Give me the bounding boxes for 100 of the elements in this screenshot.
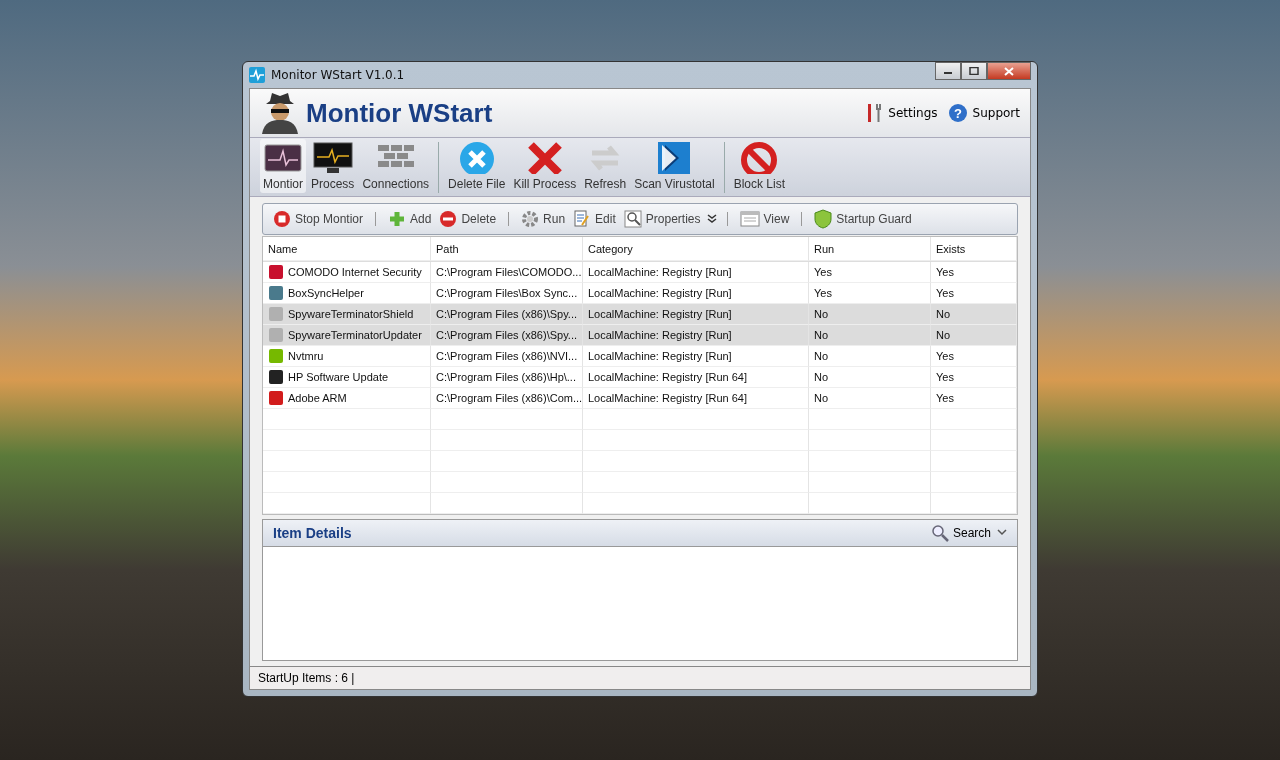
table-cell: Yes [936,266,954,278]
column-header[interactable]: Run [809,237,931,261]
panel-title: Item Details [273,525,352,541]
support-link[interactable]: ? Support [947,103,1020,123]
column-header[interactable]: Name [263,237,431,261]
program-icon [268,306,284,322]
toolbar-button[interactable]: Montior [260,139,306,193]
table-row[interactable]: COMODO Internet Security C:\Program Files\COMODO... LocalMachine: Registry [Run] Yes Yes [263,262,1017,283]
table-cell: LocalMachine: Registry [Run 64] [588,371,747,383]
command-button[interactable]: View [737,211,792,227]
column-header[interactable]: Path [431,237,583,261]
toolbar-button[interactable]: Refresh [581,139,630,193]
command-button[interactable]: Startup Guard [812,209,914,229]
toolbar-button[interactable]: Scan Virustotal [631,139,718,193]
table-cell: Yes [936,287,954,299]
table-cell: LocalMachine: Registry [Run] [588,329,732,341]
maximize-button[interactable] [961,62,987,80]
search-button[interactable]: Search [930,524,991,542]
table-cell: No [814,350,829,362]
table-cell: BoxSyncHelper [288,287,364,299]
table-row[interactable]: Adobe ARM C:\Program Files (x86)\Com... LocalMachine: Registry [Run 64] No Yes [263,388,1017,409]
toolbar-button[interactable]: Kill Process [510,139,580,193]
table-cell: C:\Program Files\Box Sync... [436,287,578,299]
table-cell: C:\Program Files (x86)\Com... [436,392,582,404]
command-button[interactable]: Delete [437,210,499,228]
table-cell: No [814,308,829,320]
double-chevron-icon[interactable] [706,214,717,224]
table-cell: COMODO Internet Security [288,266,422,278]
table-cell: Yes [936,350,954,362]
command-button[interactable]: Run [519,210,568,228]
command-button[interactable]: Edit [571,210,618,228]
toolbar-button[interactable]: Connections [359,139,433,193]
window-list-icon [739,211,760,227]
table-cell: Yes [936,392,954,404]
minimize-button[interactable] [935,62,961,80]
table-cell: No [814,392,829,404]
table-cell: LocalMachine: Registry [Run] [588,350,732,362]
program-icon [268,348,284,364]
chevron-icon [657,141,692,174]
magnifier-icon [623,210,642,228]
status-text: StartUp Items : 6 | [258,671,355,685]
table-cell: LocalMachine: Registry [Run 64] [588,392,747,404]
column-header[interactable]: Category [583,237,809,261]
plus-icon [388,210,407,228]
window-title: Monitor WStart V1.0.1 [271,68,405,82]
program-icon [268,390,284,406]
pulse-icon [249,67,265,83]
search-icon [930,524,949,542]
table-cell: C:\Program Files (x86)\Spy... [436,308,577,320]
settings-link[interactable]: Settings [865,103,938,123]
monitor-graph-icon [312,142,353,174]
table-row[interactable]: Nvtmru C:\Program Files (x86)\NVI... LocalMachine: Registry [Run] No Yes [263,346,1017,367]
table-row[interactable]: SpywareTerminatorUpdater C:\Program Files (x86)\Spy... LocalMachine: Registry [Run] No No [263,325,1017,346]
program-icon [268,327,284,343]
table-cell: C:\Program Files (x86)\NVI... [436,350,578,362]
table-cell: Nvtmru [288,350,324,362]
command-button[interactable]: Stop Montior [271,210,366,228]
table-cell: C:\Program Files (x86)\Hp\... [436,371,576,383]
program-icon [268,264,284,280]
chevron-down-icon[interactable] [997,529,1007,537]
program-icon [268,285,284,301]
monitor-pulse-icon [264,144,302,174]
command-button[interactable]: Add [386,210,434,228]
help-icon: ? [947,103,968,123]
table-cell: No [936,308,951,320]
table-cell: C:\Program Files (x86)\Spy... [436,329,577,341]
table-cell: Yes [814,287,832,299]
table-cell: No [814,329,829,341]
toolbar-button[interactable]: Delete File [445,139,509,193]
table-cell: LocalMachine: Registry [Run] [588,308,732,320]
minus-circle-icon [439,210,458,228]
column-header[interactable]: Exists [931,237,1017,261]
app-title: Montior WStart [306,97,493,129]
table-cell: SpywareTerminatorShield [288,308,414,320]
table-cell: SpywareTerminatorUpdater [288,329,422,341]
table-cell: HP Software Update [288,371,389,383]
tools-icon [865,103,884,123]
table-row[interactable]: SpywareTerminatorShield C:\Program Files (x86)\Spy... LocalMachine: Registry [Run] No No [263,304,1017,325]
close-button[interactable] [987,62,1031,80]
table-cell: Yes [814,266,832,278]
table-cell: Yes [936,371,954,383]
table-cell: No [936,329,951,341]
cross-icon [526,141,563,174]
table-cell: No [814,371,829,383]
toolbar-button[interactable]: Process [308,139,358,193]
table-cell: Adobe ARM [288,392,347,404]
document-pencil-icon [573,210,592,228]
toolbar-button[interactable]: Block List [730,139,789,193]
shield-icon [814,209,833,229]
table-cell: LocalMachine: Registry [Run] [588,287,732,299]
table-cell: C:\Program Files\COMODO... [436,266,582,278]
table-row[interactable]: HP Software Update C:\Program Files (x86)\Hp\... LocalMachine: Registry [Run 64] No Yes [263,367,1017,388]
gear-icon [521,210,540,228]
prohibited-icon [740,141,779,174]
maximize-icon [969,67,979,75]
command-button[interactable]: Properties [621,210,703,228]
stop-icon [273,210,291,228]
close-icon [1004,66,1014,76]
table-cell: LocalMachine: Registry [Run] [588,266,732,278]
program-icon [268,369,284,385]
